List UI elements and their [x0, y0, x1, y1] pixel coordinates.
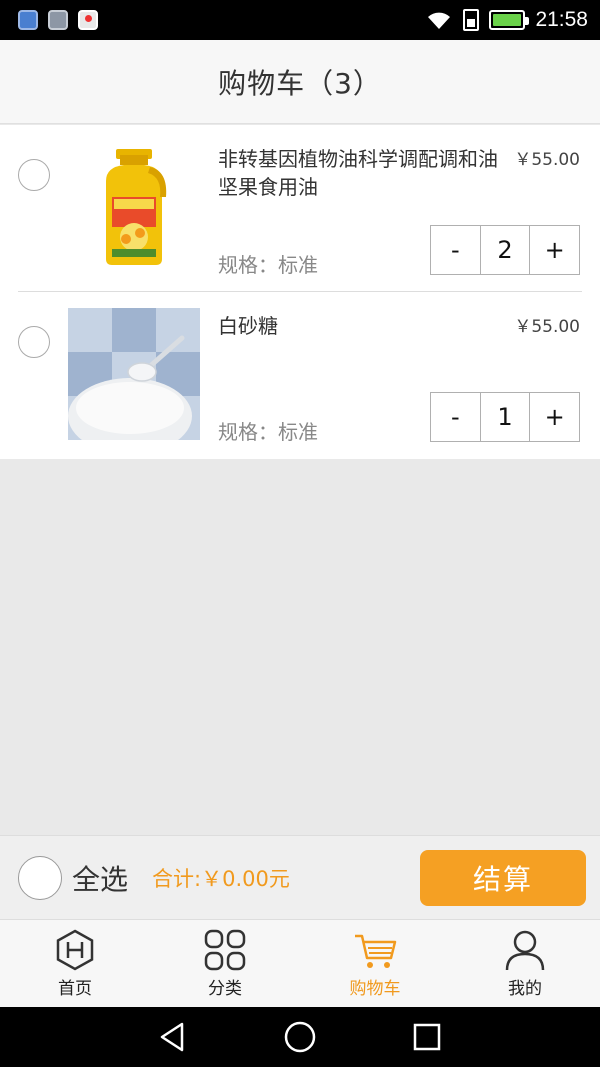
page-title: 购物车（3）	[218, 66, 382, 100]
product-image-sugar-bowl[interactable]	[68, 308, 200, 440]
tab-cart-label: 购物车	[349, 979, 401, 999]
tab-home[interactable]: 首页	[0, 920, 150, 1007]
tab-category[interactable]: 分类	[150, 920, 300, 1007]
item-select-checkbox[interactable]	[18, 159, 50, 191]
sim-card-icon	[463, 9, 480, 31]
increment-button[interactable]: +	[530, 226, 579, 274]
page-header: 购物车（3）	[0, 40, 600, 124]
select-all-label[interactable]: 全选	[72, 858, 128, 898]
tab-cart[interactable]: 购物车	[300, 920, 450, 1007]
user-icon	[505, 930, 545, 971]
item-select-checkbox[interactable]	[18, 326, 50, 358]
status-bar: 21:58	[0, 0, 600, 40]
status-time: 21:58	[535, 8, 588, 31]
battery-icon	[489, 10, 530, 30]
tab-category-label: 分类	[208, 979, 242, 999]
home-hex-icon	[56, 929, 94, 971]
product-spec: 规格：标准	[218, 420, 318, 444]
health-app-icon	[18, 10, 38, 30]
checkout-button[interactable]: 结算	[420, 850, 586, 906]
increment-button[interactable]: +	[530, 393, 579, 441]
recent-apps-icon[interactable]	[410, 1020, 444, 1054]
bottom-tab-bar: 首页 分类 购物车 我的	[0, 919, 600, 1007]
product-name[interactable]: 白砂糖	[218, 312, 508, 340]
system-nav-bar	[0, 1007, 600, 1067]
gallery-app-icon	[48, 10, 68, 30]
category-grid-icon	[204, 929, 246, 971]
quantity-stepper: - 2 +	[430, 225, 580, 275]
cart-item: 白砂糖 ￥55.00 规格：标准 - 1 +	[18, 292, 582, 459]
tab-profile[interactable]: 我的	[450, 920, 600, 1007]
tab-profile-label: 我的	[508, 979, 542, 999]
checkout-bar: 全选 合计:￥0.00元 结算	[0, 835, 600, 919]
tab-home-label: 首页	[58, 979, 92, 999]
cart-item: 非转基因植物油科学调配调和油坚果食用油 ￥55.00 规格：标准 - 2 +	[18, 125, 582, 292]
map-app-icon	[78, 10, 98, 30]
cart-icon	[355, 934, 397, 968]
wifi-icon	[425, 10, 453, 30]
quantity-value[interactable]: 2	[479, 226, 531, 274]
product-spec: 规格：标准	[218, 253, 318, 277]
decrement-button[interactable]: -	[431, 393, 480, 441]
cart-list: 非转基因植物油科学调配调和油坚果食用油 ￥55.00 规格：标准 - 2 + 白…	[0, 125, 600, 459]
product-image-oil-bottle[interactable]	[68, 141, 200, 273]
product-price: ￥55.00	[514, 317, 580, 337]
total-price: 合计:￥0.00元	[152, 866, 290, 891]
decrement-button[interactable]: -	[431, 226, 480, 274]
quantity-value[interactable]: 1	[479, 393, 531, 441]
product-name[interactable]: 非转基因植物油科学调配调和油坚果食用油	[218, 145, 508, 201]
product-price: ￥55.00	[514, 150, 580, 170]
quantity-stepper: - 1 +	[430, 392, 580, 442]
select-all-checkbox[interactable]	[18, 855, 62, 900]
back-icon[interactable]	[156, 1020, 190, 1054]
status-notification-icons	[18, 10, 98, 30]
home-icon[interactable]	[283, 1020, 317, 1054]
status-system-icons: 21:58	[425, 8, 588, 32]
